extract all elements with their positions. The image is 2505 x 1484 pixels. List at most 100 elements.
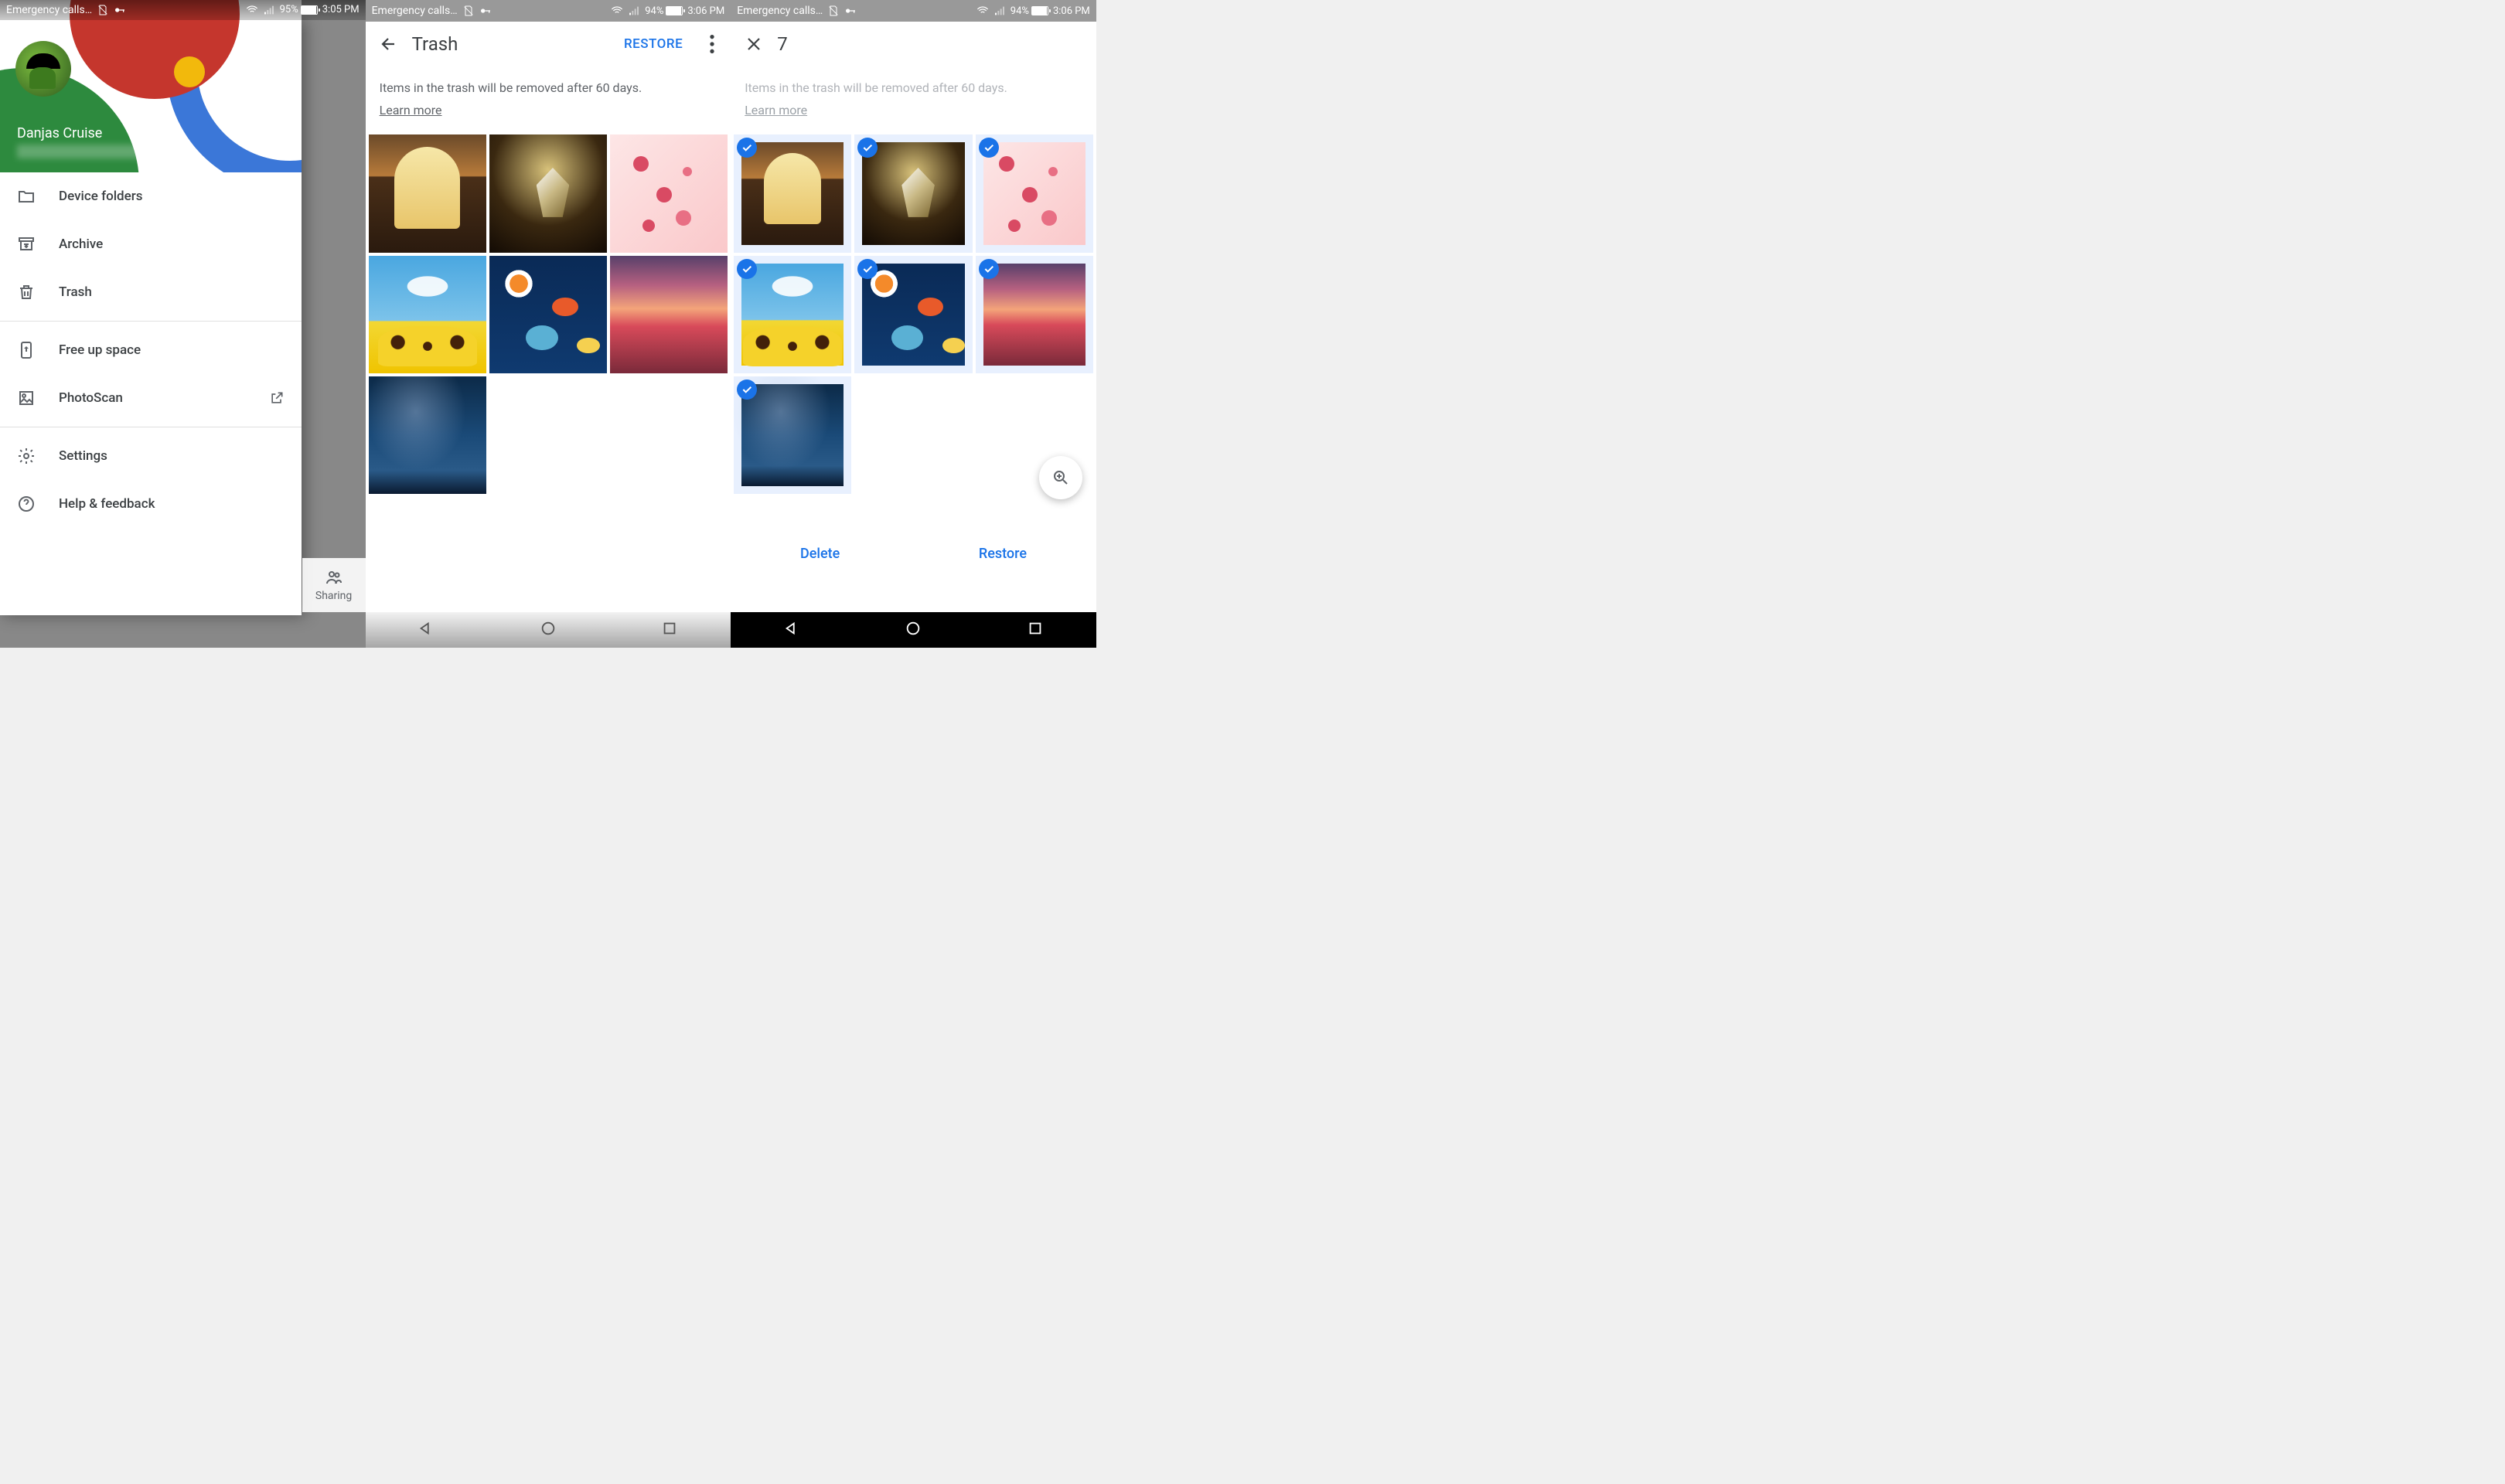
action-bar: Delete Restore xyxy=(731,530,1096,577)
back-button[interactable] xyxy=(377,32,401,56)
carrier-text: Emergency calls… xyxy=(372,5,458,17)
wifi-icon xyxy=(246,4,258,16)
zoom-fab[interactable] xyxy=(1039,456,1082,499)
nosim-icon xyxy=(462,5,475,17)
photo-thumbnail-selected[interactable] xyxy=(734,134,851,252)
photo-thumbnail[interactable] xyxy=(610,256,728,373)
photo-thumbnail[interactable] xyxy=(369,376,486,494)
nav-recents-icon[interactable] xyxy=(661,620,678,640)
user-email-blurred xyxy=(17,145,164,158)
people-icon xyxy=(325,568,343,587)
archive-icon xyxy=(17,235,36,254)
status-bar: Emergency calls… 94% 3:06 PM xyxy=(731,0,1096,22)
photo-thumbnail-selected[interactable] xyxy=(976,256,1093,373)
status-bar: Emergency calls… 94% 3:06 PM xyxy=(366,0,731,22)
photo-thumbnail-selected[interactable] xyxy=(734,256,851,373)
photo-thumbnail[interactable] xyxy=(489,134,607,252)
wifi-icon xyxy=(976,5,989,17)
notice-text: Items in the trash will be removed after… xyxy=(380,80,642,95)
menu-label: Archive xyxy=(59,237,285,252)
free-space-icon xyxy=(17,341,36,359)
restore-button[interactable]: RESTORE xyxy=(624,36,683,52)
check-icon xyxy=(979,259,999,279)
learn-more-link[interactable]: Learn more xyxy=(380,101,442,119)
check-icon xyxy=(979,138,999,158)
menu-archive[interactable]: Archive xyxy=(0,220,302,268)
menu-label: PhotoScan xyxy=(59,390,246,406)
help-icon xyxy=(17,495,36,513)
menu-free-up-space[interactable]: Free up space xyxy=(0,326,302,374)
clock-text: 3:06 PM xyxy=(687,5,724,17)
account-dropdown-icon[interactable] xyxy=(278,147,288,152)
screen-drawer: Emergency calls… 95% 3:05 PM xyxy=(0,0,366,648)
menu-label: Settings xyxy=(59,448,285,464)
photo-thumbnail[interactable] xyxy=(369,256,486,373)
nav-back-icon[interactable] xyxy=(418,620,435,640)
trash-notice: Items in the trash will be removed after… xyxy=(731,66,1096,134)
android-nav-bar xyxy=(731,612,1096,648)
tab-sharing[interactable]: Sharing xyxy=(302,558,366,612)
close-selection-button[interactable] xyxy=(741,32,766,56)
drawer-header[interactable]: Danjas Cruise xyxy=(0,0,302,172)
photo-thumbnail[interactable] xyxy=(369,134,486,252)
signal-icon xyxy=(263,4,275,16)
user-avatar[interactable] xyxy=(15,41,71,97)
photo-thumbnail[interactable] xyxy=(610,134,728,252)
photoscan-icon xyxy=(17,389,36,407)
menu-device-folders[interactable]: Device folders xyxy=(0,172,302,220)
photo-thumbnail-selected[interactable] xyxy=(854,134,972,252)
learn-more-link[interactable]: Learn more xyxy=(745,101,807,119)
photo-thumbnail-selected[interactable] xyxy=(734,376,851,494)
battery-percent: 94% xyxy=(1011,5,1029,17)
more-button[interactable] xyxy=(700,32,724,56)
carrier-text: Emergency calls… xyxy=(737,5,823,17)
status-bar: Emergency calls… 95% 3:05 PM xyxy=(0,0,366,20)
signal-icon xyxy=(628,5,640,17)
restore-button[interactable]: Restore xyxy=(979,546,1027,562)
check-icon xyxy=(737,380,757,400)
selection-toolbar: 7 xyxy=(731,22,1096,66)
tab-label: Sharing xyxy=(315,590,352,602)
battery-indicator: 94% xyxy=(1011,5,1048,17)
android-nav-bar xyxy=(366,612,731,648)
thumbnail-grid xyxy=(731,134,1096,494)
nav-home-icon[interactable] xyxy=(905,620,922,640)
nav-home-icon[interactable] xyxy=(540,620,557,640)
photo-thumbnail-selected[interactable] xyxy=(854,256,972,373)
check-icon xyxy=(737,259,757,279)
battery-indicator: 94% xyxy=(645,5,683,17)
menu-photoscan[interactable]: PhotoScan xyxy=(0,374,302,422)
wifi-icon xyxy=(611,5,623,17)
menu-label: Free up space xyxy=(59,342,285,358)
thumbnail-grid xyxy=(366,134,731,494)
trash-notice: Items in the trash will be removed after… xyxy=(366,66,731,134)
menu-help-feedback[interactable]: Help & feedback xyxy=(0,480,302,528)
carrier-text: Emergency calls… xyxy=(6,4,92,16)
menu-trash[interactable]: Trash xyxy=(0,268,302,316)
zoom-in-icon xyxy=(1051,468,1070,487)
page-title: Trash xyxy=(412,33,613,55)
external-link-icon xyxy=(269,390,285,406)
drawer-menu: Device folders Archive Trash Free up spa… xyxy=(0,172,302,615)
user-name: Danjas Cruise xyxy=(17,125,164,141)
screen-trash-selection: Emergency calls… 94% 3:06 PM 7 Items in xyxy=(731,0,1096,648)
nav-back-icon[interactable] xyxy=(783,620,800,640)
trash-icon xyxy=(17,283,36,301)
nav-recents-icon[interactable] xyxy=(1027,620,1044,640)
menu-label: Device folders xyxy=(59,189,285,204)
notice-text: Items in the trash will be removed after… xyxy=(745,80,1007,95)
clock-text: 3:05 PM xyxy=(322,4,360,15)
toolbar: Trash RESTORE xyxy=(366,22,731,66)
divider xyxy=(0,321,302,322)
clock-text: 3:06 PM xyxy=(1053,5,1090,17)
battery-percent: 95% xyxy=(280,4,298,15)
vpn-key-icon xyxy=(844,5,857,17)
menu-settings[interactable]: Settings xyxy=(0,432,302,480)
navigation-drawer: Danjas Cruise Device folders Archive Tra… xyxy=(0,20,302,615)
delete-button[interactable]: Delete xyxy=(800,546,840,562)
vpn-key-icon xyxy=(114,4,126,16)
photo-thumbnail-selected[interactable] xyxy=(976,134,1093,252)
menu-label: Trash xyxy=(59,284,285,300)
photo-thumbnail[interactable] xyxy=(489,256,607,373)
folder-icon xyxy=(17,187,36,206)
